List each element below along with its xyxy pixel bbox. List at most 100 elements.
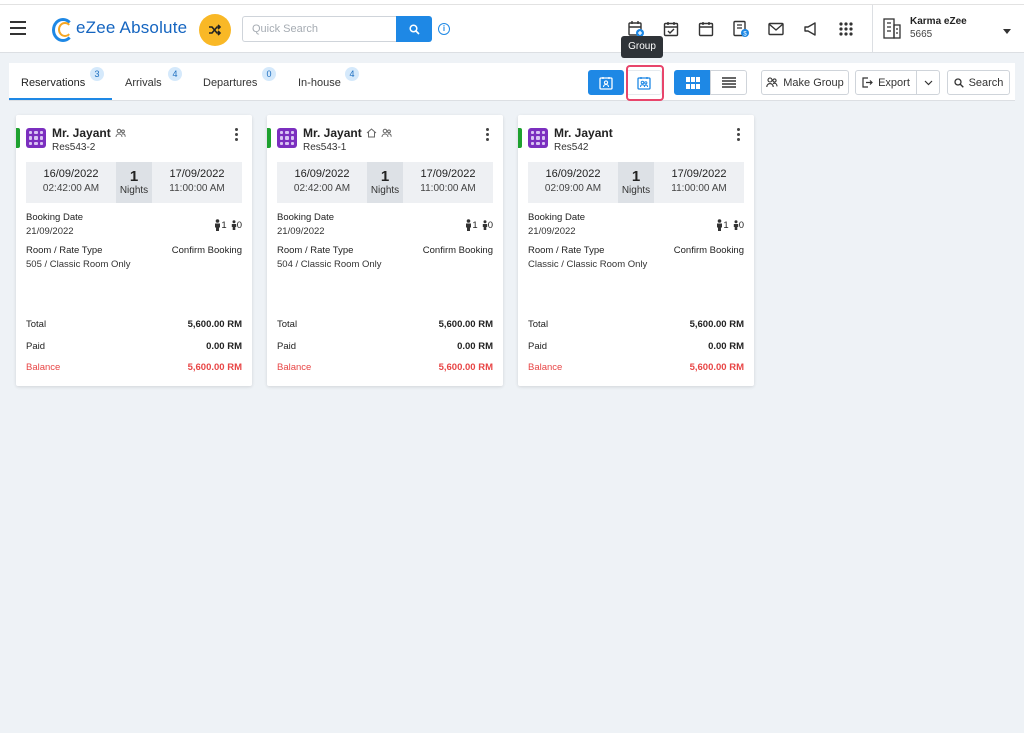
logo-icon xyxy=(50,17,74,42)
grid-icon xyxy=(685,76,700,89)
nights-label: Nights xyxy=(119,185,149,196)
pax-count: 1 0 xyxy=(214,219,242,231)
reservation-number: Res542 xyxy=(554,142,589,153)
app-logo[interactable]: eZee Absolute xyxy=(50,17,188,42)
adult-count: 1 xyxy=(221,219,227,231)
pax-count: 1 0 xyxy=(465,219,493,231)
nights-box: 1 Nights xyxy=(618,162,654,203)
info-icon[interactable]: i xyxy=(438,23,450,35)
make-group-button[interactable]: Make Group xyxy=(761,70,849,95)
room-icon xyxy=(528,128,548,148)
room-rate-value: 505 / Classic Room Only xyxy=(26,259,131,270)
paid-label: Paid xyxy=(277,341,297,352)
more-options-icon[interactable] xyxy=(737,128,740,143)
status-strip xyxy=(518,128,522,148)
paid-amount: 0.00 RM xyxy=(708,341,744,352)
tab-in-house[interactable]: In-house 4 xyxy=(298,63,359,100)
departure-date: 17/09/2022 xyxy=(420,168,476,180)
guest-name-row[interactable]: Mr. Jayant xyxy=(303,126,392,140)
total-row: Total 5,600.00 RM xyxy=(528,319,744,330)
guest-name-row[interactable]: Mr. Jayant xyxy=(52,126,126,140)
shuffle-icon xyxy=(209,24,222,36)
balance-label: Balance xyxy=(277,362,312,373)
adult-icon xyxy=(466,219,472,231)
arrival-date: 16/09/2022 xyxy=(294,168,350,180)
nights-label: Nights xyxy=(621,185,651,196)
export-icon xyxy=(862,77,873,88)
search-icon xyxy=(408,23,420,35)
mail-icon[interactable] xyxy=(764,18,788,40)
home-icon xyxy=(366,128,377,138)
reservation-tab-bar: Reservations 3 Arrivals 4 Departures 0 I… xyxy=(9,63,1015,101)
adult-count: 1 xyxy=(723,219,729,231)
child-count: 0 xyxy=(738,219,744,231)
quick-search-input[interactable] xyxy=(242,16,396,42)
pax-count: 1 0 xyxy=(716,219,744,231)
room-icon xyxy=(277,128,297,148)
balance-amount: 5,600.00 RM xyxy=(438,362,493,373)
more-options-icon[interactable] xyxy=(235,128,238,143)
calendar-icon[interactable] xyxy=(694,18,718,40)
shuffle-button[interactable] xyxy=(199,14,231,46)
export-button[interactable]: Export xyxy=(855,70,917,95)
list-icon xyxy=(721,77,736,88)
chevron-down-icon[interactable] xyxy=(1003,29,1011,34)
balance-label: Balance xyxy=(26,362,61,373)
tab-label: In-house xyxy=(298,77,341,89)
reservation-card[interactable]: Mr. Jayant Res543-2 16/09/2022 02:42:00 … xyxy=(16,115,252,386)
apps-grid-icon[interactable] xyxy=(834,18,858,40)
individual-view-button[interactable] xyxy=(588,70,624,95)
stay-dates: 16/09/2022 02:42:00 AM 1 Nights 17/09/20… xyxy=(26,162,242,203)
export-dropdown-button[interactable] xyxy=(916,70,940,95)
user-id: 5665 xyxy=(910,29,933,40)
balance-row: Balance 5,600.00 RM xyxy=(26,362,242,373)
arrival-date: 16/09/2022 xyxy=(545,168,601,180)
quick-search-button[interactable] xyxy=(396,16,432,42)
announcement-icon[interactable] xyxy=(799,18,823,40)
adult-count: 1 xyxy=(472,219,478,231)
reservation-card[interactable]: Mr. Jayant Res542 16/09/2022 02:09:00 AM… xyxy=(518,115,754,386)
arrival-time: 02:42:00 AM xyxy=(293,183,351,194)
hotel-icon xyxy=(883,18,901,39)
paid-row: Paid 0.00 RM xyxy=(277,341,493,352)
total-label: Total xyxy=(277,319,298,330)
guest-name: Mr. Jayant xyxy=(52,126,111,140)
guest-name: Mr. Jayant xyxy=(303,126,362,140)
nights-count: 1 xyxy=(129,168,139,185)
balance-amount: 5,600.00 RM xyxy=(689,362,744,373)
reservation-number: Res543-2 xyxy=(52,142,96,153)
app-name: eZee Absolute xyxy=(76,18,188,37)
room-rate-value: 504 / Classic Room Only xyxy=(277,259,382,270)
child-count: 0 xyxy=(236,219,242,231)
tab-arrivals[interactable]: Arrivals 4 xyxy=(125,63,182,100)
nights-box: 1 Nights xyxy=(367,162,403,203)
guest-name: Mr. Jayant xyxy=(554,126,613,140)
export-label: Export xyxy=(878,76,910,89)
tab-count-badge: 0 xyxy=(262,67,276,81)
list-view-button[interactable] xyxy=(710,70,747,95)
billing-icon[interactable]: $ xyxy=(729,18,753,40)
chevron-down-icon xyxy=(924,80,932,85)
child-count: 0 xyxy=(487,219,493,231)
paid-amount: 0.00 RM xyxy=(457,341,493,352)
menu-icon[interactable] xyxy=(10,21,26,35)
user-menu[interactable]: Karma eZee 5665 xyxy=(882,16,967,42)
paid-row: Paid 0.00 RM xyxy=(528,341,744,352)
reservation-card[interactable]: Mr. Jayant Res543-1 16/09/2022 02:42:00 … xyxy=(267,115,503,386)
search-button[interactable]: Search xyxy=(947,70,1010,95)
balance-row: Balance 5,600.00 RM xyxy=(277,362,493,373)
paid-row: Paid 0.00 RM xyxy=(26,341,242,352)
tab-departures[interactable]: Departures 0 xyxy=(203,63,276,100)
departure-date: 17/09/2022 xyxy=(169,168,225,180)
booking-date-label: Booking Date xyxy=(26,212,84,223)
nights-count: 1 xyxy=(631,168,641,185)
tab-reservations[interactable]: Reservations 3 xyxy=(9,63,112,100)
grid-view-button[interactable] xyxy=(674,70,711,95)
group-tooltip: Group xyxy=(621,36,663,58)
booking-status: Confirm Booking xyxy=(673,245,744,256)
more-options-icon[interactable] xyxy=(486,128,489,143)
guest-name-row[interactable]: Mr. Jayant xyxy=(554,126,613,140)
departure-time: 11:00:00 AM xyxy=(169,183,225,194)
departure-time: 11:00:00 AM xyxy=(420,183,476,194)
booking-date-value: 21/09/2022 xyxy=(528,226,576,237)
